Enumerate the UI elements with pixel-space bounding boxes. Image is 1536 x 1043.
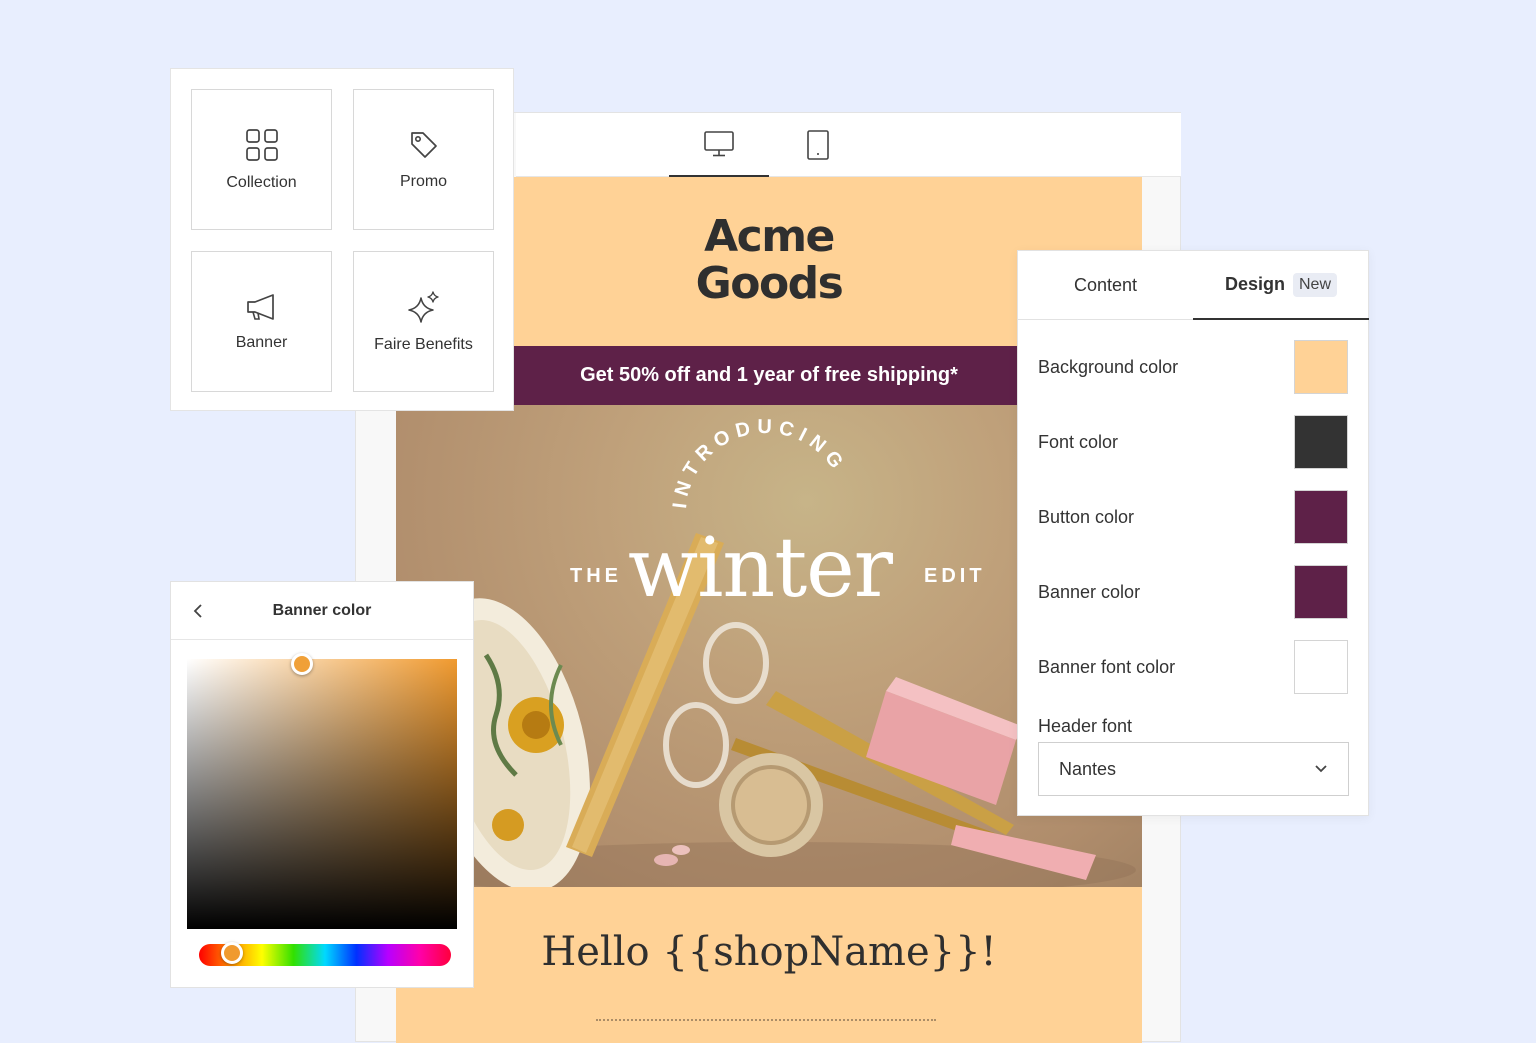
tab-design[interactable]: Design New: [1193, 251, 1369, 320]
color-picker-panel: Banner color: [170, 581, 474, 988]
faire-benefits-block-button[interactable]: Faire Benefits: [353, 251, 494, 392]
sparkle-icon: [407, 290, 439, 323]
tab-content[interactable]: Content: [1018, 251, 1193, 320]
color-picker-title: Banner color: [272, 601, 372, 619]
collection-block-label: Collection: [226, 173, 297, 191]
button-color-row: Button color: [1038, 490, 1348, 544]
chevron-down-icon: [1315, 765, 1327, 773]
tag-icon: [410, 131, 437, 158]
background-color-row: Background color: [1038, 340, 1348, 394]
chevron-left-icon: [193, 604, 202, 618]
tab-content-label: Content: [1073, 275, 1138, 295]
tablet-view-button[interactable]: [768, 113, 868, 177]
background-color-swatch[interactable]: [1294, 340, 1348, 394]
banner-font-color-row: Banner font color: [1038, 640, 1348, 694]
banner-font-color-label: Banner font color: [1038, 656, 1176, 677]
font-color-swatch[interactable]: [1294, 415, 1348, 469]
svg-text:INTRODUCING: INTRODUCING: [669, 416, 851, 510]
megaphone-icon: [246, 293, 274, 320]
background-color-label: Background color: [1038, 356, 1179, 377]
block-palette: Collection Promo Banner Faire Benefits: [170, 68, 514, 411]
collection-block-button[interactable]: Collection: [191, 89, 332, 230]
banner-block-label: Banner: [235, 333, 288, 351]
device-toolbar: [516, 113, 1181, 177]
header-font-value: Nantes: [1059, 758, 1117, 779]
hero-winter-text: winter: [628, 521, 893, 616]
new-badge: New: [1293, 272, 1338, 297]
design-settings-panel: Content Design New Background color Font…: [1017, 250, 1369, 816]
font-color-label: Font color: [1038, 431, 1119, 452]
tablet-icon: [807, 130, 829, 160]
saturation-value-area[interactable]: [187, 653, 457, 929]
hue-slider[interactable]: [199, 942, 451, 966]
banner-block-button[interactable]: Banner: [191, 251, 332, 392]
settings-tabs: Content Design New: [1018, 251, 1369, 320]
banner-font-color-swatch[interactable]: [1294, 640, 1348, 694]
banner-color-label: Banner color: [1038, 581, 1141, 602]
grid-icon: [245, 128, 278, 161]
button-color-label: Button color: [1038, 506, 1135, 527]
promo-block-button[interactable]: Promo: [353, 89, 494, 230]
faire-benefits-block-label: Faire Benefits: [374, 335, 473, 353]
header-font-select[interactable]: Nantes: [1038, 742, 1349, 796]
back-button[interactable]: [187, 600, 209, 622]
color-picker-header: Banner color: [171, 582, 473, 640]
tab-design-label: Design: [1224, 274, 1285, 294]
greeting-heading: Hello {{shopName}}!: [541, 929, 997, 975]
body-text-preview: [596, 1019, 936, 1025]
desktop-icon: [704, 131, 734, 157]
hero-edit-text: EDIT: [924, 565, 986, 587]
button-color-swatch[interactable]: [1294, 490, 1348, 544]
desktop-view-button[interactable]: [669, 113, 769, 177]
hue-handle[interactable]: [221, 942, 243, 964]
font-color-row: Font color: [1038, 415, 1348, 469]
hero-the-text: THE: [570, 565, 622, 587]
header-font-label: Header font: [1038, 716, 1133, 736]
promo-block-label: Promo: [399, 172, 448, 190]
hero-introducing-text: INTRODUCING: [669, 416, 845, 510]
banner-color-row: Banner color: [1038, 565, 1348, 619]
saturation-handle[interactable]: [291, 653, 313, 675]
promo-banner-text: Get 50% off and 1 year of free shipping*: [580, 364, 958, 386]
banner-color-swatch[interactable]: [1294, 565, 1348, 619]
